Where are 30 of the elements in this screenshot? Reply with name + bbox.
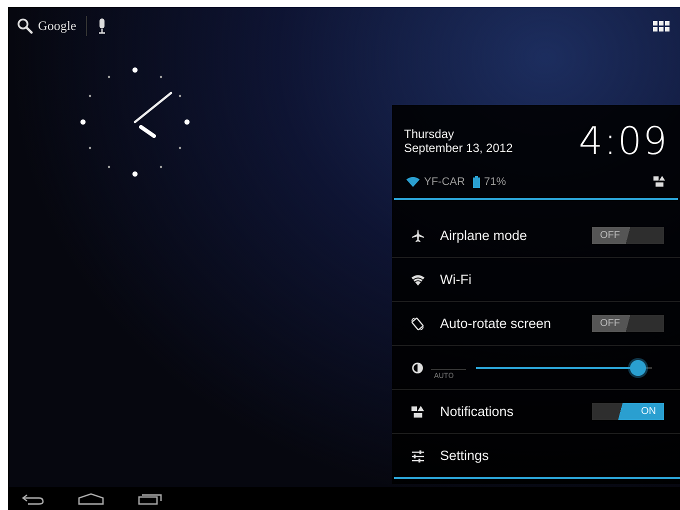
- setting-label[interactable]: Notifications: [440, 404, 514, 419]
- microphone-icon[interactable]: [97, 18, 108, 34]
- day-text: Thursday: [404, 127, 456, 141]
- wifi-icon: [411, 272, 425, 286]
- battery-percentage: 71%: [484, 176, 506, 188]
- sliders-icon: [411, 448, 425, 462]
- wifi-signal-icon: [406, 176, 420, 187]
- setting-label[interactable]: Wi-Fi: [440, 272, 472, 287]
- date-text: September 13, 2012: [404, 141, 514, 155]
- brightness-icon: [411, 360, 425, 374]
- clock-time: 4:09: [578, 119, 668, 163]
- brightness-slider[interactable]: [476, 358, 652, 378]
- notifications-icon: [411, 404, 425, 418]
- apps-grid-icon[interactable]: [653, 20, 670, 32]
- toggle-switch[interactable]: OFF: [592, 227, 664, 244]
- airplane-icon: [411, 228, 425, 242]
- search-label[interactable]: Google: [38, 18, 76, 34]
- setting-label[interactable]: Settings: [440, 448, 489, 463]
- slider-thumb[interactable]: [630, 360, 646, 376]
- setting-label[interactable]: Auto-rotate screen: [440, 316, 552, 331]
- search-icon[interactable]: [17, 18, 33, 34]
- recent-apps-icon[interactable]: [138, 492, 162, 504]
- notifications-icon[interactable]: [653, 175, 666, 188]
- setting-label[interactable]: Airplane mode: [440, 228, 528, 243]
- battery-icon: [472, 176, 480, 188]
- home-icon[interactable]: [78, 492, 104, 504]
- network-name: YF-CAR: [424, 176, 465, 188]
- back-icon[interactable]: [22, 492, 44, 504]
- rotate-screen-icon: [411, 316, 425, 330]
- toggle-switch[interactable]: OFF: [592, 315, 664, 332]
